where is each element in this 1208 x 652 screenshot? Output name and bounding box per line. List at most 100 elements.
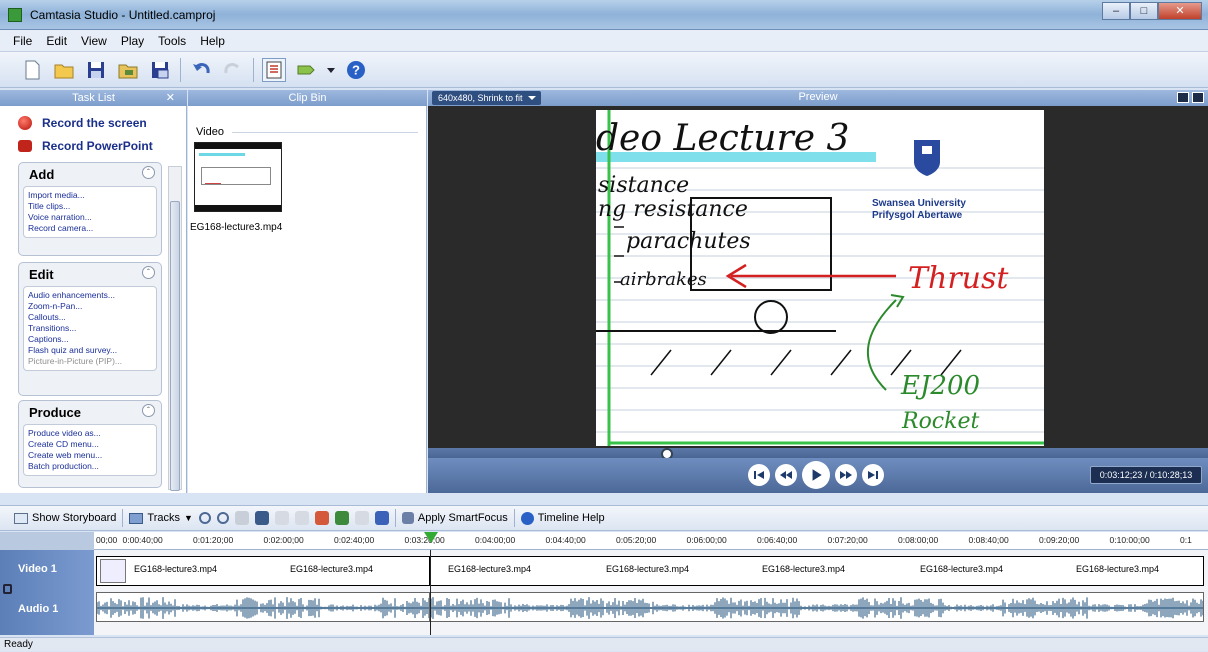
smartfocus-icon [401, 512, 414, 524]
create-cd-menu-link[interactable]: Create CD menu... [28, 439, 152, 450]
produce-panel: Produce ˆ Produce video as... Create CD … [18, 400, 162, 488]
lock-icon[interactable] [3, 584, 12, 594]
record-screen-label: Record the screen [42, 116, 147, 130]
video-clip-label: EG168-lecture3.mp4 [448, 564, 532, 574]
redo-icon[interactable] [221, 58, 245, 82]
flash-quiz-link[interactable]: Flash quiz and survey... [28, 345, 152, 356]
preview-seek-bar[interactable] [428, 448, 1208, 460]
tracks-button[interactable]: Tracks ▼ [129, 512, 193, 524]
title-clips-link[interactable]: Title clips... [28, 201, 152, 212]
video-clip-label: EG168-lecture3.mp4 [762, 564, 846, 574]
detach-preview-icon[interactable] [1192, 92, 1204, 103]
produce-icon[interactable] [294, 58, 318, 82]
record-screen-link[interactable]: Record the screen [18, 116, 147, 130]
ruler-left-blank [0, 532, 94, 550]
video-frame[interactable]: deo Lecture 3 sistance ng resistance par… [596, 110, 1044, 446]
ruler-tick-label: 0:06:00;00 [686, 535, 727, 545]
tracks-icon [129, 512, 144, 524]
tracks-dropdown-arrow-icon: ▼ [183, 513, 193, 523]
callouts-link[interactable]: Callouts... [28, 312, 152, 323]
tracks-label: Tracks [147, 512, 180, 524]
voice-narration-link[interactable]: Voice narration... [28, 212, 152, 223]
help-icon[interactable]: ? [344, 58, 368, 82]
marker-icon[interactable] [314, 511, 329, 525]
batch-production-link[interactable]: Batch production... [28, 461, 152, 472]
show-storyboard-button[interactable]: Show Storyboard [14, 512, 116, 524]
undo-icon[interactable] [189, 58, 213, 82]
cut-icon[interactable] [234, 511, 249, 525]
save-icon[interactable] [84, 58, 108, 82]
callout-icon[interactable] [374, 511, 389, 525]
menu-help[interactable]: Help [193, 34, 232, 48]
transitions-link[interactable]: Transitions... [28, 323, 152, 334]
menu-tools[interactable]: Tools [151, 34, 193, 48]
record-powerpoint-link[interactable]: Record PowerPoint [18, 139, 153, 153]
video-track-label[interactable]: Video 1 [18, 554, 92, 584]
add-panel: Add ˆ Import media... Title clips... Voi… [18, 162, 162, 256]
show-storyboard-label: Show Storyboard [32, 512, 117, 524]
clipbin-pane: Video EG168-lecture3.mp4 [188, 106, 427, 493]
clip-thumbnail[interactable] [194, 142, 282, 212]
menu-view[interactable]: View [74, 34, 114, 48]
lecture-slide-drawing: deo Lecture 3 sistance ng resistance par… [596, 110, 1044, 446]
audio-clip-2[interactable] [430, 592, 1204, 622]
captions-link[interactable]: Captions... [28, 334, 152, 345]
slide-line-ng-resistance: ng resistance [598, 197, 748, 222]
zoom-n-pan-link[interactable]: Zoom-n-Pan... [28, 301, 152, 312]
slide-line-parachutes: parachutes [626, 229, 751, 254]
rewind-button[interactable] [775, 464, 797, 486]
split-icon[interactable] [254, 511, 269, 525]
zoom-in-icon[interactable] [198, 512, 211, 524]
menu-play[interactable]: Play [114, 34, 151, 48]
audio-clip-1[interactable] [96, 592, 430, 622]
slide-line-airbrakes: airbrakes [620, 269, 707, 290]
menu-edit[interactable]: Edit [39, 34, 74, 48]
timeline-help-button[interactable]: Timeline Help [520, 511, 605, 525]
record-camera-link[interactable]: Record camera... [28, 223, 152, 234]
menu-file[interactable]: File [6, 34, 39, 48]
fast-forward-button[interactable] [835, 464, 857, 486]
audio-track-label[interactable]: Audio 1 [18, 594, 92, 624]
produce-video-link[interactable]: Produce video as... [28, 428, 152, 439]
ruler-tick-label: 0:08:40;00 [968, 535, 1009, 545]
minimize-button[interactable]: – [1102, 2, 1130, 20]
audio-track-name: Audio 1 [18, 603, 59, 615]
tasklist-scrollbar[interactable] [168, 166, 182, 491]
audio-effect-icon[interactable] [334, 511, 349, 525]
create-web-menu-link[interactable]: Create web menu... [28, 450, 152, 461]
ruler-tick-label: 0:08:00;00 [898, 535, 939, 545]
timeline-ruler[interactable]: 00;00 0:00:40;00 0:01:20;00 0:02:00;00 0:02:… [94, 532, 1208, 550]
collapse-produce-icon[interactable]: ˆ [142, 404, 155, 417]
open-folder-icon[interactable] [52, 58, 76, 82]
play-button[interactable] [802, 461, 830, 489]
close-tasklist-icon[interactable]: ✕ [166, 90, 175, 106]
playhead-marker[interactable] [424, 532, 438, 543]
produce-links: Produce video as... Create CD menu... Cr… [23, 424, 157, 476]
fullscreen-icon[interactable] [1177, 92, 1189, 103]
close-button[interactable]: ✕ [1158, 2, 1202, 20]
clip-filename[interactable]: EG168-lecture3.mp4 [190, 222, 282, 233]
toolbar-separator [180, 57, 181, 82]
apply-smartfocus-button[interactable]: Apply SmartFocus [401, 512, 508, 524]
zoom-out-icon[interactable] [216, 512, 229, 524]
ruler-tick-label: 0:07:20;00 [827, 535, 868, 545]
import-media-link[interactable]: Import media... [28, 190, 152, 201]
go-to-start-button[interactable] [748, 464, 770, 486]
timeline-help-label: Timeline Help [537, 512, 605, 524]
go-to-end-button[interactable] [862, 464, 884, 486]
clipbin-header: Clip Bin [188, 90, 427, 106]
slide-label-thrust: Thrust [908, 261, 1009, 296]
save-as-icon[interactable] [148, 58, 172, 82]
task-list-icon[interactable] [262, 57, 286, 82]
tasklist-pane: Record the screen Record PowerPoint Add … [0, 106, 187, 493]
new-project-icon[interactable] [20, 58, 44, 82]
import-icon[interactable] [116, 58, 140, 82]
audio-enhancements-link[interactable]: Audio enhancements... [28, 290, 152, 301]
collapse-add-icon[interactable]: ˆ [142, 166, 155, 179]
maximize-button[interactable]: □ [1130, 2, 1158, 20]
collapse-edit-icon[interactable]: ˆ [142, 266, 155, 279]
preview-corner-icons [1177, 92, 1204, 103]
camtasia-app-icon [8, 8, 22, 22]
produce-dropdown-arrow-icon[interactable] [326, 58, 336, 82]
scrollbar-thumb[interactable] [170, 201, 180, 491]
